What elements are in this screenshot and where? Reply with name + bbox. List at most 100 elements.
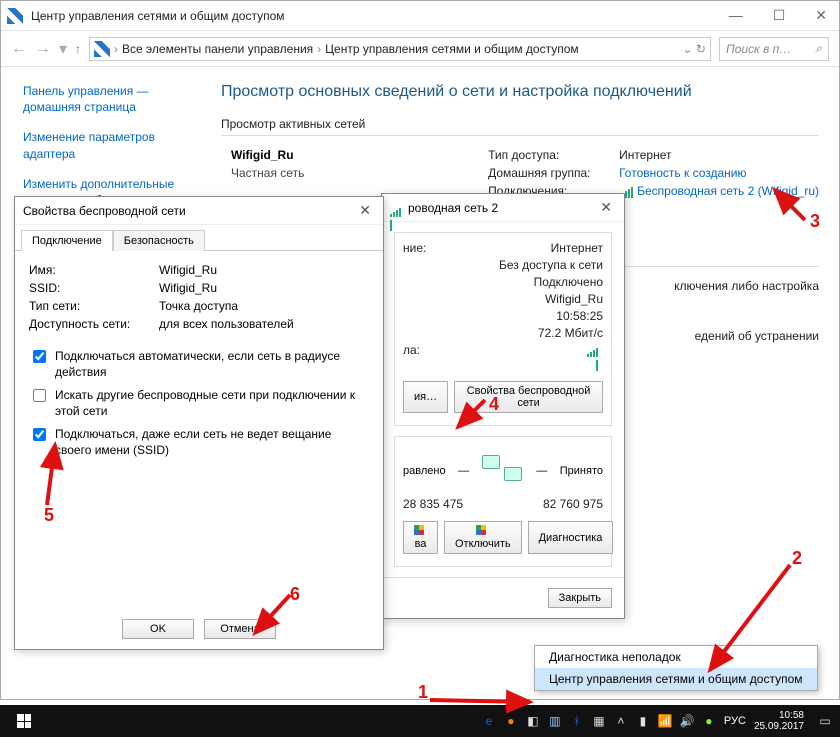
props-titlebar: Свойства беспроводной сети ✕ bbox=[15, 197, 383, 225]
network-name: Wifigid_Ru bbox=[231, 148, 481, 162]
props-nettype-label: Тип сети: bbox=[29, 299, 159, 313]
bytes-sent: 28 835 475 bbox=[403, 497, 463, 511]
status-close-button[interactable]: Закрыть bbox=[548, 588, 612, 608]
status-close-icon[interactable]: ✕ bbox=[596, 199, 616, 216]
props-avail-label: Доступность сети: bbox=[29, 317, 159, 331]
props-nettype-value: Точка доступа bbox=[159, 299, 238, 313]
sidebar-link-adapter[interactable]: Изменение параметров адаптера bbox=[23, 129, 189, 161]
status-titlebar: роводная сеть 2 ✕ bbox=[382, 194, 624, 222]
breadcrumb-sep: › bbox=[317, 42, 321, 56]
refresh-dropdown[interactable]: ⌄ ↻ bbox=[683, 42, 706, 56]
tab-security[interactable]: Безопасность bbox=[113, 230, 205, 251]
volume-icon[interactable]: 🔊 bbox=[680, 714, 694, 728]
back-button[interactable]: ← bbox=[11, 40, 27, 58]
tab-connection[interactable]: Подключение bbox=[21, 230, 113, 251]
activity-sent-label: равлено bbox=[403, 465, 446, 477]
clock-time: 10:58 bbox=[754, 710, 804, 721]
bluetooth-icon[interactable]: ᚼ bbox=[570, 714, 584, 728]
connections-link[interactable]: Беспроводная сеть 2 (Wifigid_ru) bbox=[619, 184, 819, 198]
up-button[interactable]: ↑ bbox=[75, 42, 81, 56]
menu-item-troubleshoot[interactable]: Диагностика неполадок bbox=[535, 646, 817, 668]
wireless-props-button[interactable]: Свойства беспроводной сети bbox=[454, 381, 603, 413]
divider bbox=[221, 135, 819, 136]
properties-button[interactable]: ва bbox=[403, 521, 438, 554]
status-row-label: ние: bbox=[403, 241, 426, 255]
status-speed: 72.2 Мбит/с bbox=[538, 326, 603, 340]
tray-app-icon[interactable]: ◧ bbox=[526, 714, 540, 728]
checkbox-look-other[interactable] bbox=[33, 389, 46, 402]
cancel-button[interactable]: Отмена bbox=[204, 619, 276, 639]
forward-button[interactable]: → bbox=[35, 40, 51, 58]
start-button[interactable] bbox=[8, 705, 40, 737]
props-avail-value: для всех пользователей bbox=[159, 317, 294, 331]
ime-indicator[interactable]: РУС bbox=[724, 715, 746, 727]
tray-context-menu: Диагностика неполадок Центр управления с… bbox=[534, 645, 818, 691]
checkbox-auto-connect[interactable] bbox=[33, 350, 46, 363]
checkbox-auto-connect-row[interactable]: Подключаться автоматически, если сеть в … bbox=[29, 349, 369, 380]
disable-button[interactable]: Отключить bbox=[444, 521, 522, 554]
bytes-recv: 82 760 975 bbox=[543, 497, 603, 511]
access-type-label: Тип доступа: bbox=[488, 148, 613, 162]
activity-icon bbox=[482, 453, 524, 489]
homegroup-label: Домашняя группа: bbox=[488, 166, 613, 180]
status-title: роводная сеть 2 bbox=[408, 201, 498, 215]
taskbar: e ● ◧ ▥ ᚼ ▦ ˄ ▮ 📶 🔊 ● РУС 10:58 25.09.20… bbox=[0, 705, 840, 737]
sidebar-link-home[interactable]: Панель управления — домашняя страница bbox=[23, 83, 189, 115]
address-bar[interactable]: › Все элементы панели управления › Центр… bbox=[89, 37, 711, 61]
tray-app-icon[interactable]: ● bbox=[504, 714, 518, 728]
tray-app-icon[interactable]: ▦ bbox=[592, 714, 606, 728]
network-tray-icon[interactable]: 📶 bbox=[658, 714, 672, 728]
window-title: Центр управления сетями и общим доступом bbox=[31, 9, 285, 23]
status-state: Подключено bbox=[534, 275, 603, 289]
activity-recv-label: Принято bbox=[560, 465, 603, 477]
network-type: Частная сеть bbox=[231, 166, 481, 180]
chevron-up-icon[interactable]: ˄ bbox=[614, 714, 628, 728]
clock[interactable]: 10:58 25.09.2017 bbox=[754, 710, 810, 732]
access-type-value: Интернет bbox=[619, 148, 671, 162]
props-title: Свойства беспроводной сети bbox=[23, 204, 186, 218]
breadcrumb-current[interactable]: Центр управления сетями и общим доступом bbox=[325, 42, 579, 56]
battery-icon[interactable]: ▮ bbox=[636, 714, 650, 728]
app-icon bbox=[7, 8, 23, 24]
ok-button[interactable]: OK bbox=[122, 619, 194, 639]
checkbox-look-other-row[interactable]: Искать другие беспроводные сети при подк… bbox=[29, 388, 369, 419]
wireless-properties-dialog: Свойства беспроводной сети ✕ Подключение… bbox=[14, 196, 384, 650]
close-button[interactable]: ✕ bbox=[809, 7, 833, 24]
breadcrumb-parent[interactable]: Все элементы панели управления bbox=[122, 42, 313, 56]
checkbox-hidden-ssid[interactable] bbox=[33, 428, 46, 441]
edge-icon[interactable]: e bbox=[482, 714, 496, 728]
action-center-icon[interactable]: ▭ bbox=[818, 714, 832, 728]
page-header: Просмотр основных сведений о сети и наст… bbox=[221, 83, 819, 101]
props-ssid-label: SSID: bbox=[29, 281, 159, 295]
props-name-value: Wifigid_Ru bbox=[159, 263, 217, 277]
search-icon: ⌕ bbox=[815, 41, 822, 56]
props-close-icon[interactable]: ✕ bbox=[355, 202, 375, 219]
checkbox-hidden-ssid-row[interactable]: Подключаться, даже если сеть не ведет ве… bbox=[29, 427, 369, 458]
recent-dropdown[interactable]: ▾ bbox=[59, 39, 67, 59]
signal-bars-icon bbox=[585, 343, 599, 353]
maximize-button[interactable]: ☐ bbox=[767, 7, 792, 24]
search-input[interactable]: Поиск в п… ⌕ bbox=[719, 37, 829, 61]
diagnostics-button[interactable]: Диагностика bbox=[528, 521, 614, 554]
windows-logo-icon bbox=[17, 714, 31, 728]
details-button[interactable]: ия… bbox=[403, 381, 448, 413]
shield-icon bbox=[476, 525, 486, 535]
toolbar: ← → ▾ ↑ › Все элементы панели управления… bbox=[1, 31, 839, 67]
minimize-button[interactable]: ― bbox=[723, 7, 749, 24]
props-name-label: Имя: bbox=[29, 263, 159, 277]
status-ssid: Wifigid_Ru bbox=[545, 292, 603, 306]
menu-item-network-center[interactable]: Центр управления сетями и общим доступом bbox=[535, 668, 817, 690]
status-ip6: Без доступа к сети bbox=[499, 258, 603, 272]
clock-date: 25.09.2017 bbox=[754, 721, 804, 732]
titlebar: Центр управления сетями и общим доступом… bbox=[1, 1, 839, 31]
status-iptype: Интернет bbox=[551, 241, 603, 255]
homegroup-link[interactable]: Готовность к созданию bbox=[619, 166, 746, 180]
tray-app-icon[interactable]: ▥ bbox=[548, 714, 562, 728]
shield-icon bbox=[414, 525, 424, 535]
breadcrumb-sep: › bbox=[114, 42, 118, 56]
tray-app-icon[interactable]: ● bbox=[702, 714, 716, 728]
breadcrumb-icon bbox=[94, 41, 110, 57]
status-signal-label: ла: bbox=[403, 343, 420, 371]
signal-icon bbox=[390, 203, 404, 213]
search-placeholder: Поиск в п… bbox=[726, 42, 791, 56]
